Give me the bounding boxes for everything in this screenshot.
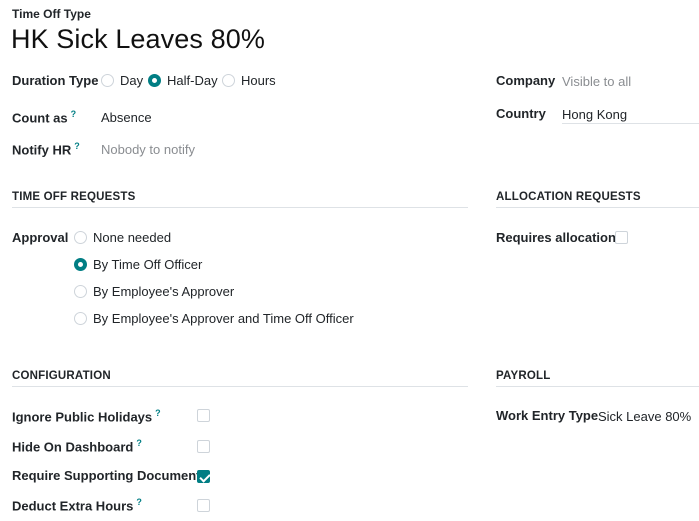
duration-type-hours[interactable]: Hours bbox=[222, 73, 276, 88]
notify-hr-label: Notify HR? bbox=[12, 141, 80, 157]
deduct-extra-hours-help-icon[interactable]: ? bbox=[136, 497, 142, 507]
approval-employee-approver-label: By Employee's Approver bbox=[93, 284, 235, 299]
approval-option-none[interactable]: None needed bbox=[74, 230, 171, 245]
approval-label: Approval bbox=[12, 230, 69, 245]
configuration-divider bbox=[12, 386, 468, 387]
notify-hr-input[interactable]: Nobody to notify bbox=[101, 142, 195, 157]
hide-on-dashboard-label: Hide On Dashboard? bbox=[12, 438, 142, 454]
country-label: Country bbox=[496, 106, 546, 121]
deduct-extra-hours-checkbox[interactable] bbox=[197, 499, 210, 512]
duration-type-label: Duration Type bbox=[12, 73, 99, 88]
count-as-help-icon[interactable]: ? bbox=[71, 109, 77, 119]
approval-officer-radio[interactable] bbox=[74, 258, 87, 271]
deduct-extra-hours-label: Deduct Extra Hours? bbox=[12, 497, 142, 513]
count-as-label: Count as? bbox=[12, 109, 76, 125]
approval-option-both[interactable]: By Employee's Approver and Time Off Offi… bbox=[74, 311, 354, 326]
ignore-public-holidays-checkbox[interactable] bbox=[197, 409, 210, 422]
approval-option-officer[interactable]: By Time Off Officer bbox=[74, 257, 202, 272]
approval-officer-label: By Time Off Officer bbox=[93, 257, 203, 272]
approval-both-label: By Employee's Approver and Time Off Offi… bbox=[93, 311, 354, 326]
duration-hours-radio[interactable] bbox=[222, 74, 235, 87]
ignore-public-holidays-label: Ignore Public Holidays? bbox=[12, 408, 161, 424]
ignore-public-holidays-text: Ignore Public Holidays bbox=[12, 409, 153, 425]
time-off-requests-heading: TIME OFF REQUESTS bbox=[12, 191, 136, 203]
time-off-requests-divider bbox=[12, 207, 468, 208]
duration-type-day[interactable]: Day bbox=[101, 73, 143, 88]
duration-day-radio[interactable] bbox=[101, 74, 114, 87]
company-label: Company bbox=[496, 73, 556, 88]
duration-half-day-radio[interactable] bbox=[148, 74, 161, 87]
count-as-text: Count as bbox=[12, 110, 68, 126]
work-entry-type-label: Work Entry Type bbox=[496, 408, 599, 423]
ignore-public-holidays-help-icon[interactable]: ? bbox=[155, 408, 161, 418]
approval-option-employee-approver[interactable]: By Employee's Approver bbox=[74, 284, 234, 299]
duration-half-day-label: Half-Day bbox=[167, 73, 218, 88]
count-as-select[interactable]: Absence bbox=[101, 110, 152, 125]
requires-allocation-checkbox[interactable] bbox=[615, 231, 628, 244]
approval-employee-approver-radio[interactable] bbox=[74, 285, 87, 298]
duration-hours-label: Hours bbox=[241, 73, 276, 88]
require-supporting-document-checkbox[interactable] bbox=[197, 470, 210, 483]
allocation-requests-divider bbox=[496, 207, 699, 208]
approval-none-label: None needed bbox=[93, 230, 172, 245]
duration-type-half-day[interactable]: Half-Day bbox=[148, 73, 218, 88]
deduct-extra-hours-text: Deduct Extra Hours bbox=[12, 498, 134, 514]
hide-on-dashboard-text: Hide On Dashboard bbox=[12, 439, 134, 455]
requires-allocation-label: Requires allocation bbox=[496, 230, 616, 245]
hide-on-dashboard-help-icon[interactable]: ? bbox=[136, 438, 142, 448]
payroll-heading: PAYROLL bbox=[496, 370, 551, 382]
require-supporting-document-label: Require Supporting Document bbox=[12, 468, 201, 483]
approval-none-radio[interactable] bbox=[74, 231, 87, 244]
configuration-heading: CONFIGURATION bbox=[12, 370, 111, 382]
allocation-requests-heading: ALLOCATION REQUESTS bbox=[496, 191, 641, 203]
country-underline bbox=[562, 123, 699, 124]
country-input[interactable]: Hong Kong bbox=[562, 107, 627, 122]
approval-both-radio[interactable] bbox=[74, 312, 87, 325]
page-title[interactable]: HK Sick Leaves 80% bbox=[11, 24, 265, 55]
form-label: Time Off Type bbox=[12, 7, 91, 21]
company-input[interactable]: Visible to all bbox=[562, 74, 631, 89]
notify-hr-text: Notify HR bbox=[12, 142, 72, 158]
payroll-divider bbox=[496, 386, 699, 387]
hide-on-dashboard-checkbox[interactable] bbox=[197, 440, 210, 453]
duration-day-label: Day bbox=[120, 73, 144, 88]
work-entry-type-input[interactable]: Sick Leave 80% bbox=[598, 409, 691, 424]
notify-hr-help-icon[interactable]: ? bbox=[74, 141, 80, 151]
